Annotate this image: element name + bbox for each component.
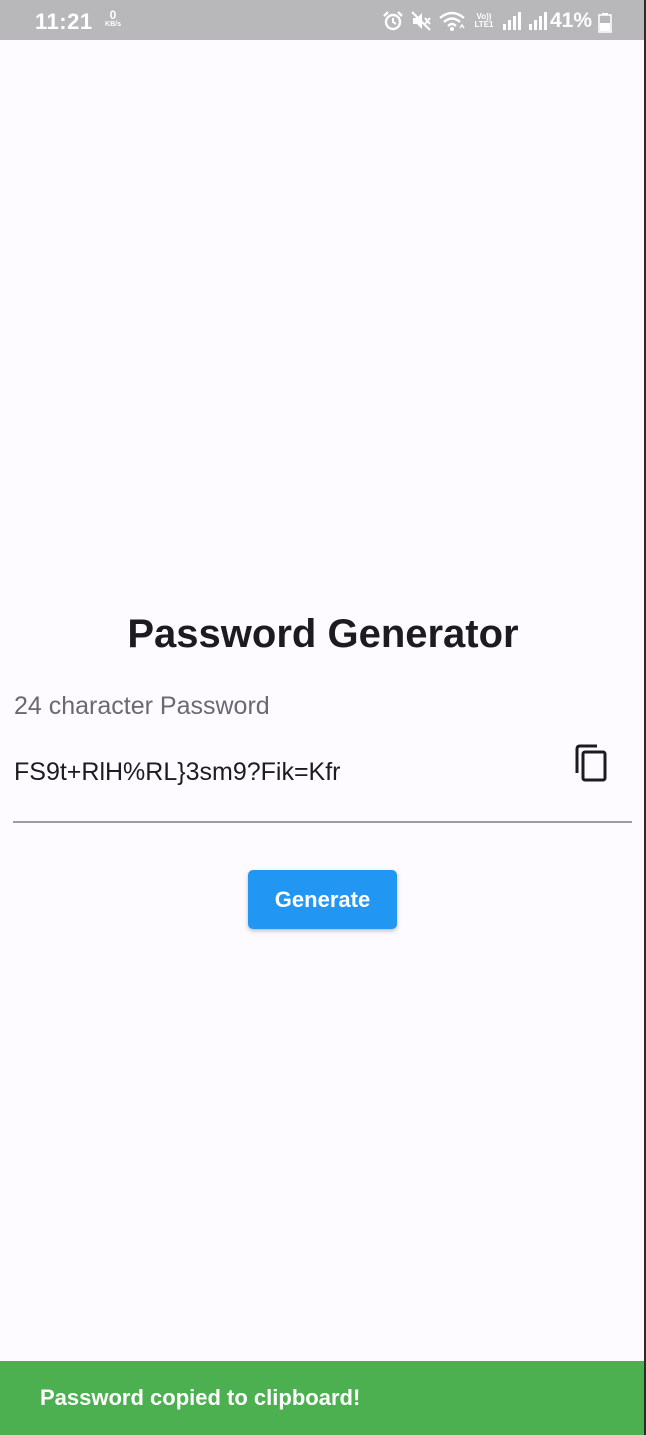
signal-icon bbox=[502, 11, 522, 31]
alarm-icon bbox=[382, 10, 404, 32]
battery-percent: 41% bbox=[550, 9, 593, 32]
signal-icon bbox=[528, 11, 548, 31]
status-bar: 11:21 0 KB/s Vo)) LTE1 41% bbox=[0, 0, 646, 40]
status-icons: Vo)) LTE1 bbox=[382, 9, 548, 33]
copy-button[interactable] bbox=[566, 740, 616, 790]
volte-bottom-label: LTE1 bbox=[474, 20, 494, 29]
generate-button[interactable]: Generate bbox=[248, 870, 397, 929]
copy-icon bbox=[573, 743, 609, 788]
snackbar: Password copied to clipboard! bbox=[0, 1361, 646, 1435]
volte-icon: Vo)) LTE1 bbox=[472, 13, 496, 29]
password-field-underline bbox=[13, 821, 632, 823]
network-speed-unit: KB/s bbox=[105, 21, 121, 28]
password-field[interactable]: FS9t+RlH%RL}3sm9?Fik=Kfr bbox=[14, 758, 341, 787]
snackbar-message: Password copied to clipboard! bbox=[40, 1385, 361, 1410]
wifi-icon bbox=[438, 10, 466, 32]
network-speed-value: 0 bbox=[109, 8, 117, 22]
network-speed: 0 KB/s bbox=[102, 8, 124, 29]
battery-icon bbox=[598, 13, 612, 38]
password-field-label: 24 character Password bbox=[14, 692, 270, 720]
page-title: Password Generator bbox=[127, 612, 519, 656]
mute-icon bbox=[410, 10, 432, 32]
app-screen: 11:21 0 KB/s Vo)) LTE1 41% Password Gene… bbox=[0, 0, 646, 1435]
status-time: 11:21 bbox=[35, 9, 93, 34]
